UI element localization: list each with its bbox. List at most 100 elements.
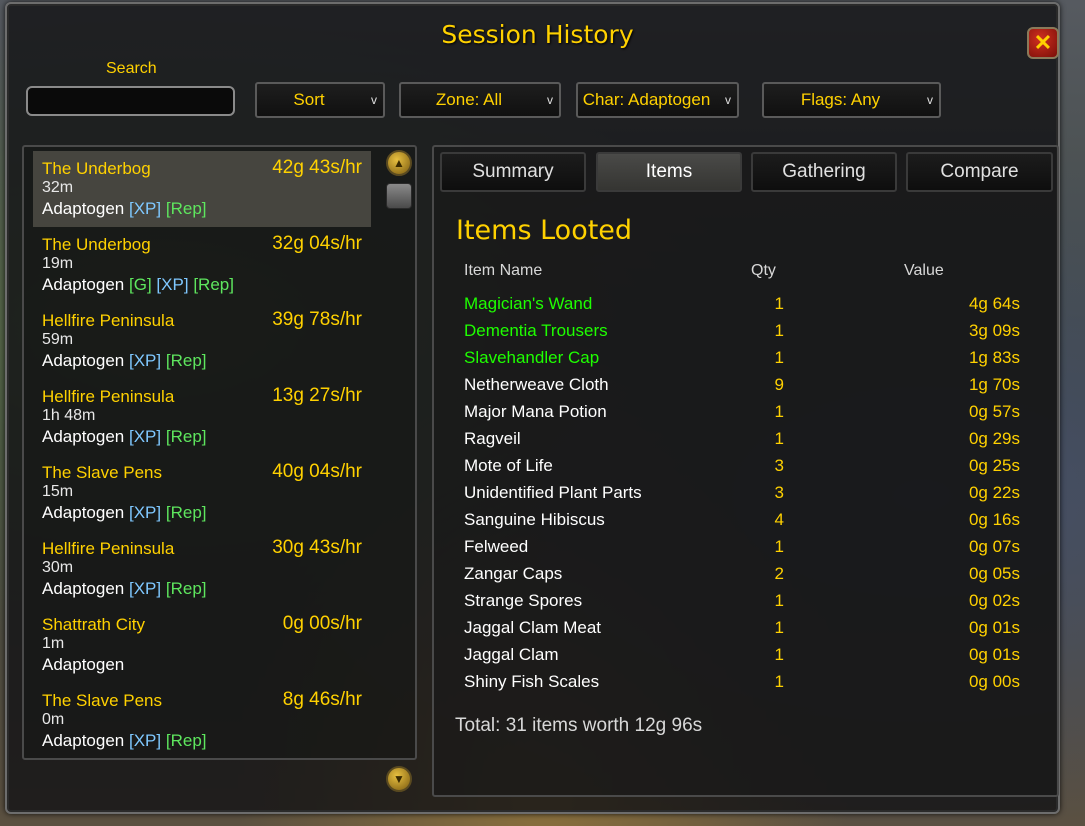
tab-items[interactable]: Items bbox=[596, 152, 742, 192]
item-value: 0g 05s bbox=[968, 564, 1020, 583]
scroll-down-icon: ▼ bbox=[393, 772, 405, 786]
session-row[interactable]: Hellfire Peninsula 30g 43s/hr 30m Adaptogen… bbox=[33, 531, 371, 607]
session-character-name: Adaptogen bbox=[42, 579, 125, 598]
item-row[interactable]: Netherweave Cloth 9 1g 70s bbox=[464, 375, 1024, 402]
session-character: Adaptogen [XP] [Rep] bbox=[42, 579, 207, 599]
item-qty: 1 bbox=[774, 402, 784, 421]
item-qty: 1 bbox=[774, 591, 784, 610]
session-row[interactable]: The Slave Pens 8g 46s/hr 0m Adaptogen [XP] … bbox=[33, 683, 371, 759]
session-flag-rep: [Rep] bbox=[165, 731, 207, 750]
item-row[interactable]: Dementia Trousers 1 3g 09s bbox=[464, 321, 1024, 348]
item-row[interactable]: Magician's Wand 1 4g 64s bbox=[464, 294, 1024, 321]
item-row[interactable]: Sanguine Hibiscus 4 0g 16s bbox=[464, 510, 1024, 537]
item-name: Magician's Wand bbox=[464, 294, 593, 313]
item-name: Dementia Trousers bbox=[464, 321, 608, 340]
session-zone: The Underbog bbox=[42, 235, 151, 254]
session-character: Adaptogen [XP] [Rep] bbox=[42, 427, 207, 447]
session-duration: 15m bbox=[42, 483, 74, 500]
item-row[interactable]: Unidentified Plant Parts 3 0g 22s bbox=[464, 483, 1024, 510]
scroll-up-icon: ▲ bbox=[393, 156, 405, 170]
char-dropdown[interactable]: Char: Adaptogen v bbox=[576, 82, 739, 118]
session-character-name: Adaptogen bbox=[42, 199, 125, 218]
session-character: Adaptogen [XP] [Rep] bbox=[42, 351, 207, 371]
session-character: Adaptogen bbox=[42, 655, 124, 675]
item-value: 0g 01s bbox=[968, 645, 1020, 664]
item-row[interactable]: Major Mana Potion 1 0g 57s bbox=[464, 402, 1024, 429]
item-row[interactable]: Strange Spores 1 0g 02s bbox=[464, 591, 1024, 618]
item-qty: 2 bbox=[774, 564, 784, 583]
scroll-down-button[interactable]: ▼ bbox=[386, 766, 412, 792]
session-character-name: Adaptogen bbox=[42, 351, 125, 370]
item-qty: 1 bbox=[774, 537, 784, 556]
item-qty: 1 bbox=[774, 429, 784, 448]
item-qty: 1 bbox=[774, 645, 784, 664]
item-value: 4g 64s bbox=[968, 294, 1020, 313]
session-flag-xp: [XP] bbox=[128, 427, 162, 446]
session-zone: The Underbog bbox=[42, 159, 151, 178]
session-duration: 59m bbox=[42, 331, 74, 348]
session-flag-rep: [Rep] bbox=[165, 199, 207, 218]
session-row[interactable]: The Underbog 32g 04s/hr 19m Adaptogen [G] [… bbox=[33, 227, 371, 303]
close-button[interactable]: ✕ bbox=[1027, 27, 1059, 59]
scrollbar-thumb[interactable] bbox=[386, 183, 412, 209]
item-name: Major Mana Potion bbox=[464, 402, 607, 421]
flags-dropdown[interactable]: Flags: Any v bbox=[762, 82, 941, 118]
session-row[interactable]: Hellfire Peninsula 13g 27s/hr 1h 48m Adapto… bbox=[33, 379, 371, 455]
items-looted-title: Items Looted bbox=[456, 215, 633, 246]
item-qty: 1 bbox=[774, 672, 784, 691]
item-name: Jaggal Clam Meat bbox=[464, 618, 602, 637]
session-row[interactable]: The Slave Pens 40g 04s/hr 15m Adaptogen [XP… bbox=[33, 455, 371, 531]
session-flag-xp: [XP] bbox=[128, 351, 162, 370]
item-row[interactable]: Jaggal Clam 1 0g 01s bbox=[464, 645, 1024, 672]
item-row[interactable]: Zangar Caps 2 0g 05s bbox=[464, 564, 1024, 591]
column-header-value: Value bbox=[904, 262, 944, 279]
session-flag-xp: [XP] bbox=[128, 579, 162, 598]
session-gold-rate: 42g 43s/hr bbox=[272, 157, 362, 178]
session-zone: Shattrath City bbox=[42, 615, 145, 634]
item-name: Felweed bbox=[464, 537, 529, 556]
window-title: Session History bbox=[441, 20, 634, 49]
item-value: 0g 16s bbox=[968, 510, 1020, 529]
session-gold-rate: 40g 04s/hr bbox=[272, 461, 362, 482]
item-qty: 1 bbox=[774, 321, 784, 340]
item-row[interactable]: Mote of Life 3 0g 25s bbox=[464, 456, 1024, 483]
session-character-name: Adaptogen bbox=[42, 275, 125, 294]
session-duration: 32m bbox=[42, 179, 74, 196]
item-row[interactable]: Ragveil 1 0g 29s bbox=[464, 429, 1024, 456]
session-flag-xp: [XP] bbox=[156, 275, 189, 294]
item-row[interactable]: Jaggal Clam Meat 1 0g 01s bbox=[464, 618, 1024, 645]
search-input[interactable] bbox=[26, 86, 235, 116]
items-total: Total: 31 items worth 12g 96s bbox=[455, 715, 703, 736]
session-row[interactable]: Hellfire Peninsula 39g 78s/hr 59m Adaptogen… bbox=[33, 303, 371, 379]
tab-compare[interactable]: Compare bbox=[906, 152, 1053, 192]
session-row[interactable]: The Underbog 42g 43s/hr 32m Adaptogen [XP] … bbox=[33, 151, 371, 227]
scroll-up-button[interactable]: ▲ bbox=[386, 150, 412, 176]
search-label: Search bbox=[106, 60, 157, 77]
item-row[interactable]: Felweed 1 0g 07s bbox=[464, 537, 1024, 564]
session-zone: Hellfire Peninsula bbox=[42, 539, 175, 558]
session-gold-rate: 30g 43s/hr bbox=[272, 537, 362, 558]
zone-dropdown[interactable]: Zone: All v bbox=[399, 82, 561, 118]
chevron-down-icon: v bbox=[547, 93, 553, 107]
item-qty: 3 bbox=[774, 456, 784, 475]
item-row[interactable]: Slavehandler Cap 1 1g 83s bbox=[464, 348, 1024, 375]
item-qty: 4 bbox=[774, 510, 784, 529]
session-duration: 1m bbox=[42, 635, 65, 652]
item-row[interactable]: Shiny Fish Scales 1 0g 00s bbox=[464, 672, 1024, 699]
session-zone: Hellfire Peninsula bbox=[42, 311, 175, 330]
session-flag-xp: [XP] bbox=[128, 731, 162, 750]
session-row[interactable]: Shattrath City 0g 00s/hr 1m Adaptogen bbox=[33, 607, 371, 683]
item-value: 0g 01s bbox=[968, 618, 1020, 637]
session-flag-rep: [Rep] bbox=[193, 275, 234, 294]
item-name: Sanguine Hibiscus bbox=[464, 510, 605, 529]
tab-gathering[interactable]: Gathering bbox=[751, 152, 897, 192]
session-flag-g: [G] bbox=[128, 275, 152, 294]
item-name: Shiny Fish Scales bbox=[464, 672, 600, 691]
tab-summary[interactable]: Summary bbox=[440, 152, 586, 192]
item-name: Mote of Life bbox=[464, 456, 553, 475]
sort-dropdown[interactable]: Sort v bbox=[255, 82, 385, 118]
session-duration: 0m bbox=[42, 711, 65, 728]
session-flag-rep: [Rep] bbox=[165, 427, 207, 446]
session-duration: 1h 48m bbox=[42, 407, 96, 424]
item-value: 0g 00s bbox=[968, 672, 1020, 691]
